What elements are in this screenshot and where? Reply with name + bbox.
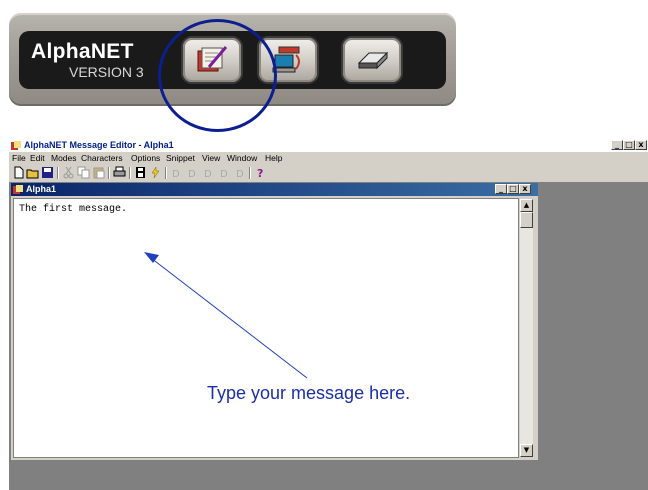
annotation-arrow [144,252,308,379]
annotation-text: Type your message here. [207,383,411,403]
